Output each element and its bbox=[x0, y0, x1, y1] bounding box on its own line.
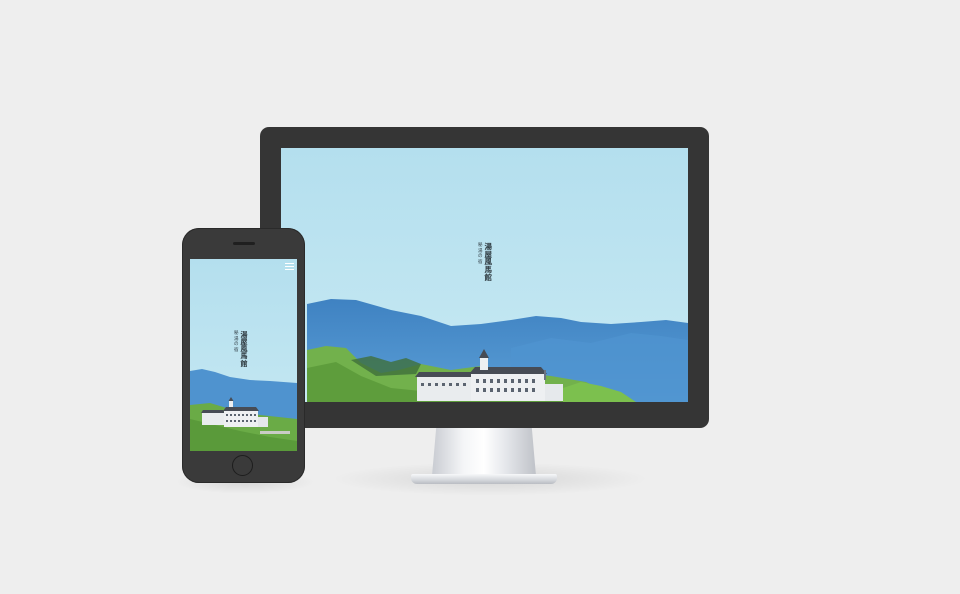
hamburger-menu-icon[interactable] bbox=[285, 263, 294, 270]
monitor-stand-neck bbox=[432, 428, 536, 476]
logo-main-text: 湯 屋 風 馬 館 bbox=[485, 243, 493, 281]
logo-char: 秘 bbox=[234, 331, 239, 336]
logo-char: 館 bbox=[240, 358, 248, 368]
logo-sub-text: 秘 湯 の 宿 bbox=[234, 331, 239, 367]
phone-home-button[interactable] bbox=[232, 455, 253, 476]
logo-char: 宿 bbox=[478, 259, 483, 265]
logo-sub-text: 秘 湯 の 宿 bbox=[478, 243, 483, 281]
site-logo: 湯 屋 風 馬 館 秘 湯 の 宿 bbox=[234, 331, 248, 367]
desktop-screen: 湯 屋 風 馬 館 秘 湯 の 宿 bbox=[281, 148, 688, 402]
monitor-stand-foot bbox=[411, 474, 557, 484]
phone-speaker bbox=[233, 242, 255, 245]
desktop-monitor: 湯 屋 風 馬 館 秘 湯 の 宿 bbox=[260, 127, 709, 428]
logo-main-text: 湯 屋 風 馬 館 bbox=[241, 331, 248, 367]
site-logo: 湯 屋 風 馬 館 秘 湯 の 宿 bbox=[478, 243, 492, 281]
logo-char: 秘 bbox=[478, 243, 483, 248]
logo-char: 宿 bbox=[234, 347, 239, 353]
smartphone: 湯 屋 風 馬 館 秘 湯 の 宿 bbox=[182, 228, 305, 483]
logo-char: 館 bbox=[484, 272, 493, 282]
device-mockup-scene: 湯 屋 風 馬 館 秘 湯 の 宿 湯 屋 風 馬 館 秘 湯 の 宿 bbox=[0, 0, 960, 594]
phone-screen: 湯 屋 風 馬 館 秘 湯 の 宿 bbox=[190, 259, 297, 451]
